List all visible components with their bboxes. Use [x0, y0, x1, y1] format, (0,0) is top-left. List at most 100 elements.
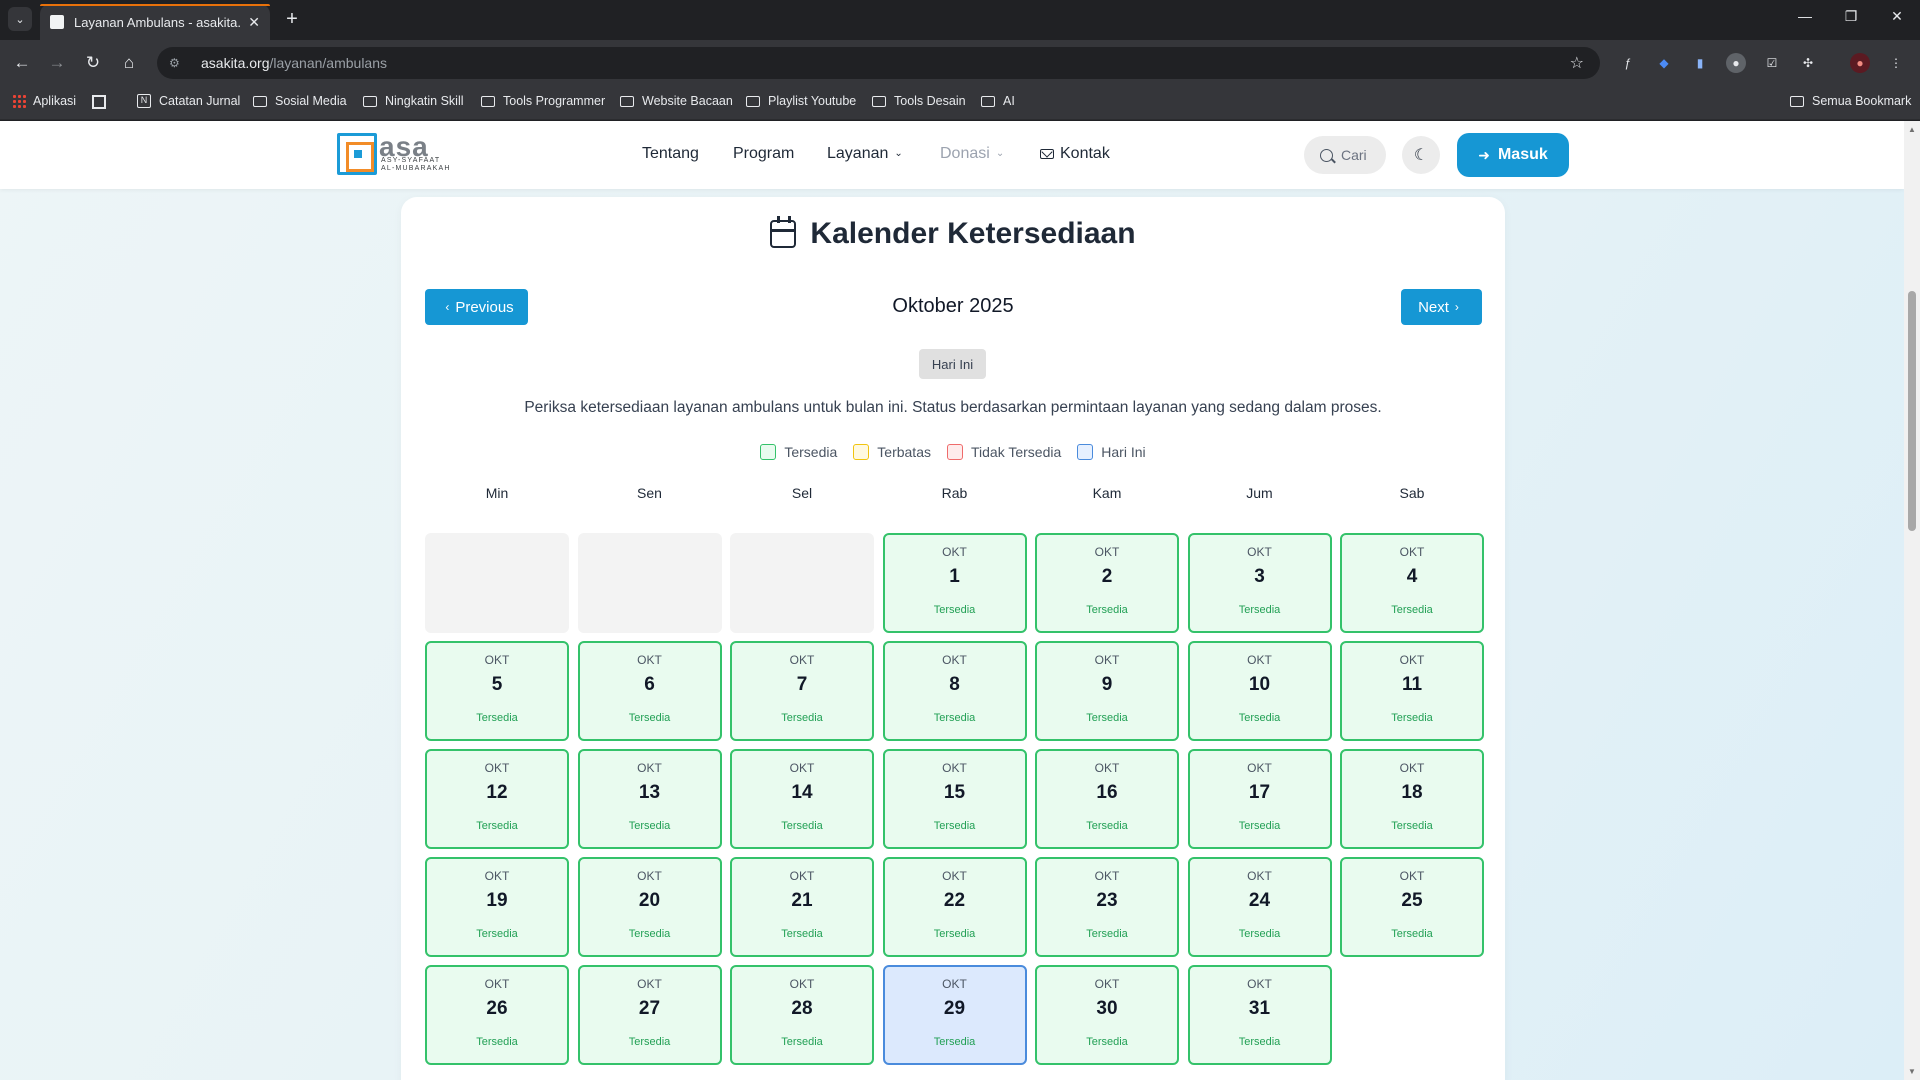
close-window-icon[interactable]: ✕: [1882, 8, 1912, 25]
bookmark-star-icon[interactable]: ☆: [1570, 53, 1584, 73]
day-status: Tersedia: [476, 820, 518, 832]
day-month-abbr: OKT: [1399, 869, 1425, 883]
extension-docs-icon[interactable]: ▮: [1690, 53, 1710, 73]
calendar-day-cell[interactable]: OKT 19 Tersedia: [425, 857, 569, 957]
day-status: Tersedia: [1086, 820, 1128, 832]
restore-icon[interactable]: ❐: [1836, 8, 1866, 25]
back-icon[interactable]: ←: [11, 52, 33, 74]
calendar-day-cell[interactable]: OKT 4 Tersedia: [1340, 533, 1484, 633]
calendar-day-cell[interactable]: OKT 23 Tersedia: [1035, 857, 1179, 957]
day-status: Tersedia: [628, 712, 671, 724]
day-number: 29: [943, 998, 966, 1019]
browser-toolbar: ← → ↻ ⌂ ⚙ asakita.org/layanan/ambulans ☆…: [0, 40, 1920, 86]
bookmark-playlist-youtube[interactable]: Playlist Youtube: [746, 94, 856, 108]
minimize-icon[interactable]: —: [1790, 8, 1820, 24]
reload-icon[interactable]: ↻: [82, 52, 104, 74]
login-button[interactable]: ➜ Masuk: [1457, 133, 1569, 177]
calendar-day-cell[interactable]: OKT 26 Tersedia: [425, 965, 569, 1065]
nav-layanan[interactable]: Layanan ⌄: [827, 145, 903, 163]
day-status: Tersedia: [476, 1036, 518, 1048]
calendar-day-cell[interactable]: OKT 6 Tersedia: [577, 641, 722, 741]
bookmark-ai[interactable]: AI: [981, 94, 1015, 108]
calendar-day-cell[interactable]: OKT 13 Tersedia: [577, 749, 722, 849]
calendar-day-cell-today[interactable]: OKT 29 Tersedia: [882, 965, 1027, 1065]
nav-program[interactable]: Program: [733, 145, 794, 163]
nav-donasi[interactable]: Donasi ⌄: [940, 145, 1004, 163]
dark-mode-toggle[interactable]: ☾: [1402, 136, 1440, 174]
scroll-up-icon[interactable]: ▲: [1907, 125, 1917, 134]
forward-icon[interactable]: →: [46, 52, 68, 74]
scroll-down-icon[interactable]: ▼: [1907, 1067, 1917, 1076]
day-month-abbr: OKT: [637, 869, 662, 883]
day-status: Tersedia: [781, 820, 823, 832]
scrollbar-thumb[interactable]: [1908, 291, 1916, 531]
active-tab[interactable]: Layanan Ambulans - asakita.org ✕: [40, 4, 270, 40]
calendar-day-cell[interactable]: OKT 16 Tersedia: [1035, 749, 1179, 849]
login-arrow-icon: ➜: [1478, 146, 1490, 163]
calendar-day-cell[interactable]: OKT 14 Tersedia: [730, 749, 874, 849]
day-status: Tersedia: [1391, 820, 1433, 832]
calendar-day-cell[interactable]: OKT 12 Tersedia: [425, 749, 569, 849]
calendar-day-cell[interactable]: OKT 20 Tersedia: [577, 857, 722, 957]
today-button[interactable]: Hari Ini: [919, 349, 986, 379]
extension-tag-icon[interactable]: ◆: [1654, 53, 1674, 73]
calendar-day-cell[interactable]: OKT 5 Tersedia: [425, 641, 569, 741]
calendar-day-cell[interactable]: OKT 1 Tersedia: [882, 533, 1027, 633]
all-bookmarks[interactable]: Semua Bookmark: [1790, 94, 1911, 108]
calendar-day-cell[interactable]: OKT 28 Tersedia: [730, 965, 874, 1065]
profile-avatar[interactable]: ●: [1850, 53, 1870, 73]
home-icon[interactable]: ⌂: [118, 52, 140, 74]
site-logo[interactable]: asa ASY-SYAFAAT AL-MUBARAKAH: [337, 131, 449, 175]
nav-kontak[interactable]: Kontak: [1040, 145, 1110, 163]
bookmark-sosial-media[interactable]: Sosial Media: [253, 94, 347, 108]
calendar-day-cell[interactable]: OKT 2 Tersedia: [1035, 533, 1179, 633]
day-number: 10: [1248, 674, 1271, 695]
day-status: Tersedia: [933, 928, 976, 940]
extension-formula-icon[interactable]: ƒ: [1618, 53, 1638, 73]
day-number: 2: [1101, 566, 1113, 587]
bookmark-catatan-jurnal[interactable]: N Catatan Jurnal: [137, 94, 240, 108]
calendar-day-cell[interactable]: OKT 10 Tersedia: [1187, 641, 1332, 741]
calendar-day-cell[interactable]: OKT 31 Tersedia: [1187, 965, 1332, 1065]
bookmark-tools-programmer[interactable]: Tools Programmer: [481, 94, 605, 108]
next-month-button[interactable]: Next ›: [1401, 289, 1482, 325]
calendar-day-cell[interactable]: OKT 8 Tersedia: [882, 641, 1027, 741]
calendar-day-cell[interactable]: OKT 3 Tersedia: [1187, 533, 1332, 633]
tab-close-icon[interactable]: ✕: [248, 14, 260, 31]
bookmark-website-bacaan[interactable]: Website Bacaan: [620, 94, 733, 108]
calendar-day-cell[interactable]: OKT 21 Tersedia: [730, 857, 874, 957]
bookmark-tools-desain[interactable]: Tools Desain: [872, 94, 966, 108]
calendar-day-cell[interactable]: OKT 11 Tersedia: [1340, 641, 1484, 741]
tab-groups-icon[interactable]: [92, 95, 106, 109]
calendar-day-cell[interactable]: OKT 27 Tersedia: [577, 965, 722, 1065]
extensions-puzzle-icon[interactable]: ✣: [1798, 53, 1818, 73]
day-number: 14: [791, 782, 813, 803]
page-scrollbar[interactable]: ▲ ▼: [1904, 121, 1920, 1080]
calendar-day-cell[interactable]: OKT 9 Tersedia: [1035, 641, 1179, 741]
folder-icon: [620, 95, 634, 107]
calendar-day-cell[interactable]: OKT 30 Tersedia: [1035, 965, 1179, 1065]
tab-search-button[interactable]: ⌄: [8, 7, 32, 31]
calendar-day-cell[interactable]: OKT 25 Tersedia: [1340, 857, 1484, 957]
calendar-day-cell[interactable]: OKT 22 Tersedia: [882, 857, 1027, 957]
bookmark-apps[interactable]: Aplikasi: [12, 94, 76, 108]
calendar-day-cell[interactable]: OKT 15 Tersedia: [882, 749, 1027, 849]
day-status: Tersedia: [1391, 712, 1433, 724]
calendar-day-cell[interactable]: OKT 7 Tersedia: [730, 641, 874, 741]
calendar-day-cell[interactable]: OKT 24 Tersedia: [1187, 857, 1332, 957]
calendar-day-cell[interactable]: OKT 18 Tersedia: [1340, 749, 1484, 849]
new-tab-button[interactable]: +: [281, 8, 303, 30]
extension-check-icon[interactable]: ☑: [1762, 53, 1782, 73]
browser-menu-icon[interactable]: ⋮: [1886, 53, 1906, 73]
day-month-abbr: OKT: [637, 977, 662, 991]
folder-icon: [481, 95, 495, 107]
site-info-icon[interactable]: ⚙: [169, 56, 187, 70]
extension-circle-icon[interactable]: ●: [1726, 53, 1746, 73]
tab-title: Layanan Ambulans - asakita.org: [74, 14, 241, 30]
search-button[interactable]: Cari: [1304, 136, 1386, 174]
day-number: 26: [486, 998, 508, 1019]
nav-tentang[interactable]: Tentang: [642, 145, 699, 163]
address-bar[interactable]: ⚙ asakita.org/layanan/ambulans ☆: [157, 47, 1600, 79]
bookmark-ningkatin-skill[interactable]: Ningkatin Skill: [363, 94, 464, 108]
calendar-day-cell[interactable]: OKT 17 Tersedia: [1187, 749, 1332, 849]
